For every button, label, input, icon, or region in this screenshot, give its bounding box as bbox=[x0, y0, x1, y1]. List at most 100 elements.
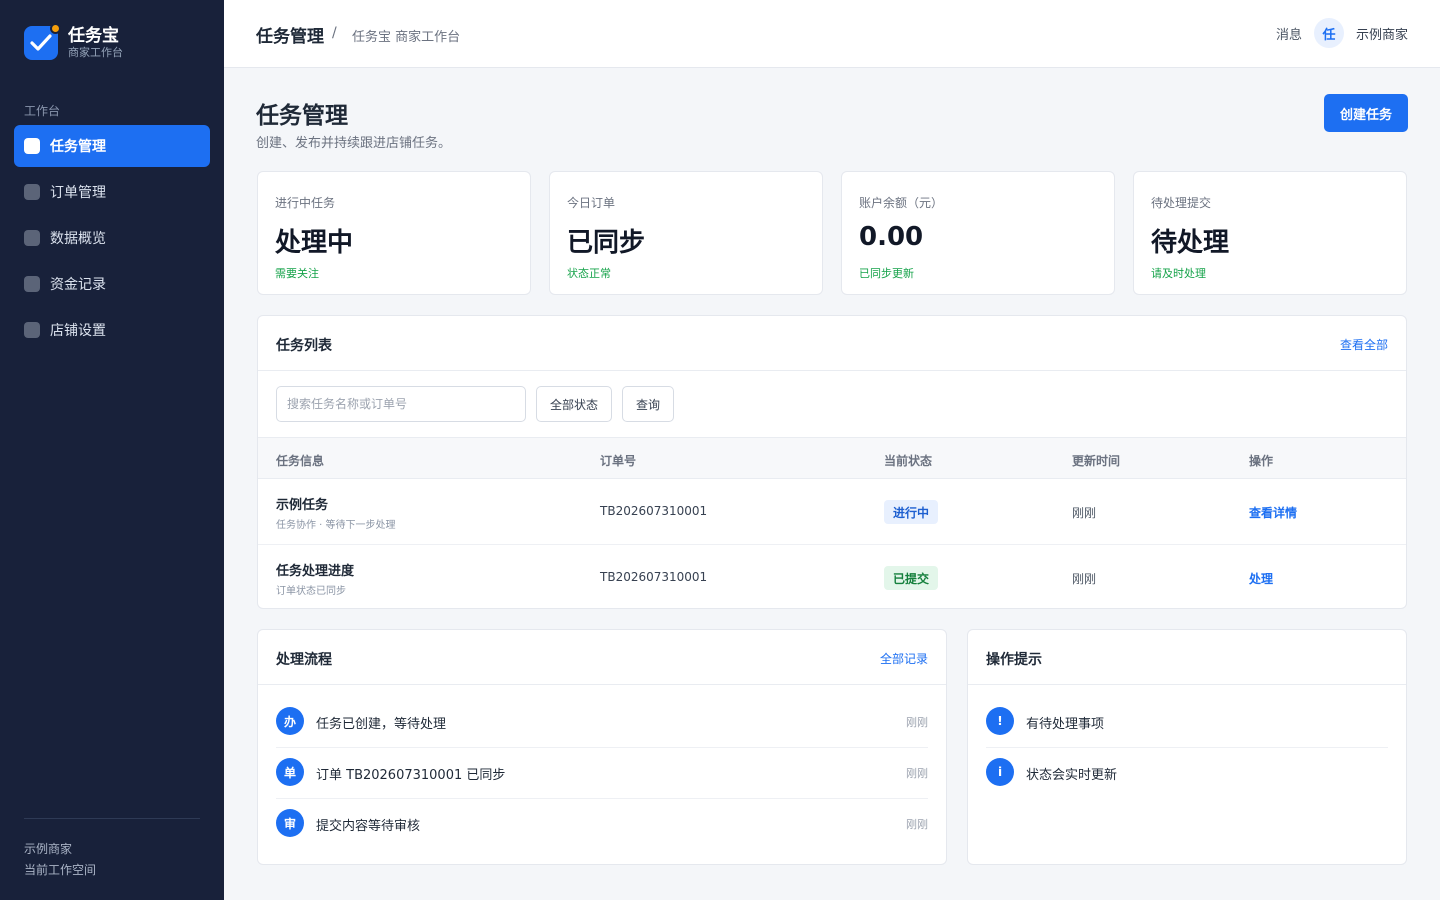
stat-value: 0.00 bbox=[859, 222, 924, 252]
sidebar-footer: 示例商家 当前工作空间 bbox=[24, 818, 200, 881]
column-header: 操作 bbox=[1249, 454, 1274, 468]
task-desc: 任务协作 · 等待下一步处理 bbox=[276, 520, 396, 531]
footer-workspace: 当前工作空间 bbox=[24, 863, 97, 877]
flow-item: 单 订单 TB202607310001 已同步 刚刚 bbox=[276, 748, 928, 799]
sidebar-item-label: 资金记录 bbox=[50, 277, 106, 293]
stat-label: 进行中任务 bbox=[275, 196, 336, 210]
flow-time: 刚刚 bbox=[906, 818, 928, 831]
stat-value: 已同步 bbox=[567, 228, 646, 258]
sidebar-item-tasks[interactable]: 任务管理 bbox=[14, 125, 210, 167]
breadcrumb-parent[interactable]: 任务宝 商家工作台 bbox=[352, 26, 460, 45]
table-header: 任务信息 订单号 当前状态 更新时间 操作 bbox=[258, 437, 1406, 479]
table-row: 示例任务 任务协作 · 等待下一步处理 TB202607310001 进行中 刚… bbox=[258, 479, 1406, 545]
stat-card-active-tasks: 进行中任务 处理中 需要关注 bbox=[257, 171, 531, 295]
table-row: 任务处理进度 订单状态已同步 TB202607310001 已提交 刚刚 处理 bbox=[258, 545, 1406, 608]
query-button[interactable]: 查询 bbox=[622, 386, 674, 422]
breadcrumb-separator: / bbox=[332, 25, 337, 41]
sidebar-item-label: 店铺设置 bbox=[50, 323, 106, 339]
stat-value: 待处理 bbox=[1151, 228, 1230, 258]
brand-notification-dot bbox=[50, 23, 61, 34]
tips-card: 操作提示 ! 有待处理事项 i 状态会实时更新 bbox=[967, 629, 1407, 865]
flow-text: 订单 TB202607310001 已同步 bbox=[316, 768, 506, 783]
column-header: 任务信息 bbox=[276, 454, 325, 468]
sidebar-item-label: 任务管理 bbox=[50, 139, 106, 155]
order-number: TB202607310001 bbox=[600, 570, 708, 584]
tasks-icon bbox=[24, 138, 40, 154]
sidebar-item-funds[interactable]: 资金记录 bbox=[14, 263, 210, 305]
exclamation-icon: ! bbox=[986, 707, 1014, 735]
process-link[interactable]: 处理 bbox=[1249, 570, 1273, 587]
task-list-title: 任务列表 bbox=[276, 338, 332, 354]
sidebar-item-overview[interactable]: 数据概览 bbox=[14, 217, 210, 259]
flow-title: 处理流程 bbox=[276, 652, 332, 668]
flow-time: 刚刚 bbox=[906, 767, 928, 780]
settings-icon bbox=[24, 322, 40, 338]
status-filter-select[interactable]: 全部状态 bbox=[536, 386, 612, 422]
tips-title: 操作提示 bbox=[986, 652, 1042, 668]
sidebar-item-orders[interactable]: 订单管理 bbox=[14, 171, 210, 213]
column-header: 更新时间 bbox=[1072, 454, 1121, 468]
stat-note: 状态正常 bbox=[567, 267, 611, 280]
brand[interactable]: 任务宝 商家工作台 bbox=[24, 23, 123, 60]
flow-item: 审 提交内容等待审核 刚刚 bbox=[276, 799, 928, 850]
status-badge: 进行中 bbox=[884, 500, 939, 524]
order-icon: 单 bbox=[276, 758, 304, 786]
brand-logo-icon bbox=[24, 23, 61, 60]
sidebar: 任务宝 商家工作台 工作台 任务管理 订单管理 数据概览 资金记录 店铺设置 示… bbox=[0, 0, 224, 900]
flow-text: 提交内容等待审核 bbox=[316, 819, 421, 834]
stat-card-today-orders: 今日订单 已同步 状态正常 bbox=[549, 171, 823, 295]
brand-name: 任务宝 bbox=[68, 26, 119, 46]
info-icon: i bbox=[986, 758, 1014, 786]
flow-time: 刚刚 bbox=[906, 716, 928, 729]
flow-item: 办 任务已创建，等待处理 刚刚 bbox=[276, 697, 928, 748]
funds-icon bbox=[24, 276, 40, 292]
status-badge: 已提交 bbox=[884, 566, 939, 590]
process-flow-card: 处理流程 全部记录 办 任务已创建，等待处理 刚刚 单 订单 TB2026073… bbox=[257, 629, 947, 865]
review-icon: 审 bbox=[276, 809, 304, 837]
column-header: 当前状态 bbox=[884, 454, 933, 468]
stat-note: 已同步更新 bbox=[859, 267, 914, 280]
update-time: 刚刚 bbox=[1072, 572, 1097, 586]
stat-card-pending: 待处理提交 待处理 请及时处理 bbox=[1133, 171, 1407, 295]
page-description: 创建、发布并持续跟进店铺任务。 bbox=[256, 136, 452, 151]
footer-merchant-name: 示例商家 bbox=[24, 842, 73, 856]
update-time: 刚刚 bbox=[1072, 506, 1097, 520]
orders-icon bbox=[24, 184, 40, 200]
task-desc: 订单状态已同步 bbox=[276, 586, 346, 597]
stat-label: 账户余额（元） bbox=[859, 196, 944, 210]
tip-text: 有待处理事项 bbox=[1026, 717, 1105, 732]
topbar: 任务管理 / 任务宝 商家工作台 消息 任 示例商家 bbox=[224, 0, 1440, 68]
task-name: 示例任务 bbox=[276, 498, 329, 513]
sidebar-nav: 任务管理 订单管理 数据概览 资金记录 店铺设置 bbox=[14, 125, 210, 355]
task-name: 任务处理进度 bbox=[276, 564, 355, 579]
nav-section-label: 工作台 bbox=[24, 104, 61, 118]
breadcrumb-current: 任务管理 bbox=[256, 27, 324, 47]
stat-card-balance: 账户余额（元） 0.00 已同步更新 bbox=[841, 171, 1115, 295]
sidebar-item-settings[interactable]: 店铺设置 bbox=[14, 309, 210, 351]
stat-note: 需要关注 bbox=[275, 267, 319, 280]
view-detail-link[interactable]: 查看详情 bbox=[1249, 504, 1297, 521]
sidebar-item-label: 数据概览 bbox=[50, 231, 106, 247]
all-records-link[interactable]: 全部记录 bbox=[880, 650, 928, 667]
messages-link[interactable]: 消息 bbox=[1276, 24, 1302, 43]
handle-icon: 办 bbox=[276, 707, 304, 735]
stat-label: 今日订单 bbox=[567, 196, 616, 210]
brand-subtitle: 商家工作台 bbox=[68, 46, 123, 59]
page-title: 任务管理 bbox=[256, 103, 348, 129]
stat-label: 待处理提交 bbox=[1151, 196, 1212, 210]
stat-note: 请及时处理 bbox=[1151, 267, 1206, 280]
stat-value: 处理中 bbox=[275, 228, 354, 258]
overview-icon bbox=[24, 230, 40, 246]
tip-item: i 状态会实时更新 bbox=[986, 748, 1388, 799]
tip-text: 状态会实时更新 bbox=[1026, 768, 1118, 783]
sidebar-item-label: 订单管理 bbox=[50, 185, 106, 201]
order-number: TB202607310001 bbox=[600, 504, 708, 518]
view-all-link[interactable]: 查看全部 bbox=[1340, 336, 1388, 353]
create-task-button[interactable]: 创建任务 bbox=[1324, 94, 1408, 132]
flow-text: 任务已创建，等待处理 bbox=[316, 717, 447, 732]
avatar[interactable]: 任 bbox=[1313, 18, 1344, 48]
tip-item: ! 有待处理事项 bbox=[986, 697, 1388, 748]
column-header: 订单号 bbox=[600, 454, 637, 468]
search-input[interactable] bbox=[276, 386, 526, 422]
user-name[interactable]: 示例商家 bbox=[1356, 24, 1408, 43]
